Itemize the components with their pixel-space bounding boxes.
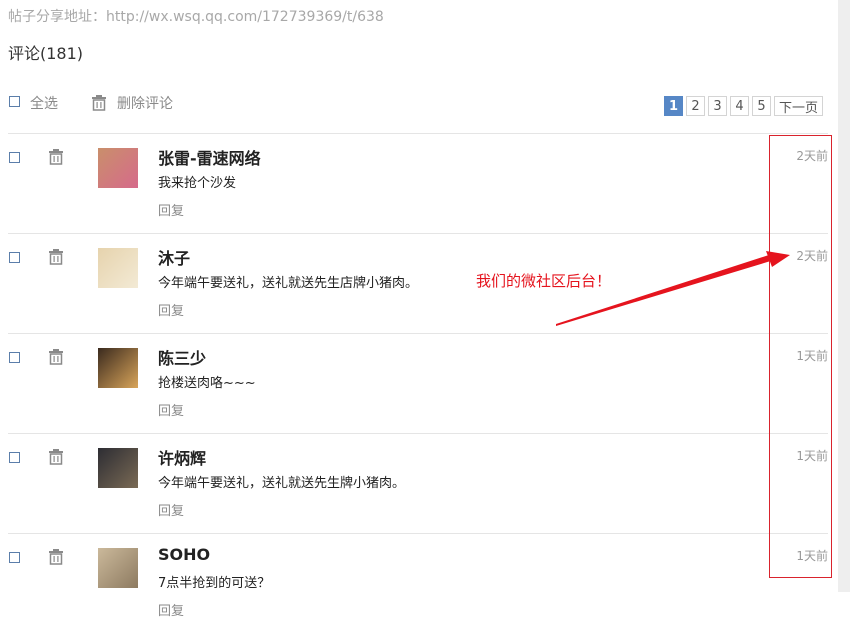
share-address-url[interactable]: http://wx.wsq.qq.com/172739369/t/638 (106, 9, 384, 25)
avatar[interactable] (98, 348, 138, 388)
comment-author[interactable]: 张雷-雷速网络 (158, 145, 261, 169)
comment-row: SOHO 7点半抢到的可送？ 回复 1天前 (8, 533, 828, 633)
comment-text: 今年端午要送礼，送礼就送先生店牌小猪肉。 (158, 276, 419, 291)
comment-text: 7点半抢到的可送？ (158, 576, 271, 591)
trash-icon[interactable] (48, 149, 64, 165)
select-all-label[interactable]: 全选 (30, 93, 58, 113)
select-all-checkbox[interactable] (9, 96, 20, 107)
comment-list: 张雷-雷速网络 我来抢个沙发 回复 2天前 沐子 今年端午要送礼，送礼就送先生店… (8, 133, 828, 633)
avatar[interactable] (98, 548, 138, 588)
delete-comments-button[interactable]: 删除评论 (117, 93, 173, 113)
comment-author[interactable]: 陈三少 (158, 345, 206, 369)
comment-checkbox[interactable] (9, 252, 20, 263)
comment-text: 我来抢个沙发 (158, 176, 237, 191)
share-address: 帖子分享地址：http://wx.wsq.qq.com/172739369/t/… (8, 6, 384, 26)
timestamp-highlight-box (769, 135, 832, 578)
page-3-button[interactable]: 3 (707, 96, 727, 116)
reply-link[interactable]: 回复 (158, 600, 184, 619)
avatar[interactable] (98, 148, 138, 188)
page-1-button[interactable]: 1 (663, 96, 683, 116)
share-address-label: 帖子分享地址： (8, 9, 106, 25)
reply-link[interactable]: 回复 (158, 400, 184, 419)
next-page-button[interactable]: 下一页 (773, 96, 823, 116)
comment-text: 今年端午要送礼，送礼就送先生牌小猪肉。 (158, 476, 406, 491)
comment-row: 沐子 今年端午要送礼，送礼就送先生店牌小猪肉。 回复 2天前 (8, 233, 828, 333)
comment-row: 陈三少 抢楼送肉咯~~~ 回复 1天前 (8, 333, 828, 433)
comment-row: 张雷-雷速网络 我来抢个沙发 回复 2天前 (8, 133, 828, 233)
comment-checkbox[interactable] (9, 352, 20, 363)
annotation-text: 我们的微社区后台！ (476, 272, 612, 290)
trash-icon[interactable] (48, 249, 64, 265)
pagination: 1 2 3 4 5 下一页 (663, 96, 823, 116)
page-4-button[interactable]: 4 (729, 96, 749, 116)
comment-checkbox[interactable] (9, 152, 20, 163)
comment-author[interactable]: 沐子 (158, 245, 190, 269)
trash-icon[interactable] (48, 349, 64, 365)
trash-icon[interactable] (48, 549, 64, 565)
reply-link[interactable]: 回复 (158, 200, 184, 219)
page-2-button[interactable]: 2 (685, 96, 705, 116)
reply-link[interactable]: 回复 (158, 500, 184, 519)
comment-author[interactable]: 许炳辉 (158, 445, 206, 469)
scrollbar[interactable] (838, 0, 850, 592)
comment-author[interactable]: SOHO (158, 545, 210, 564)
trash-icon[interactable] (48, 449, 64, 465)
comment-text: 抢楼送肉咯~~~ (158, 376, 256, 391)
reply-link[interactable]: 回复 (158, 300, 184, 319)
comment-checkbox[interactable] (9, 452, 20, 463)
page-5-button[interactable]: 5 (751, 96, 771, 116)
comment-row: 许炳辉 今年端午要送礼，送礼就送先生牌小猪肉。 回复 1天前 (8, 433, 828, 533)
avatar[interactable] (98, 448, 138, 488)
comments-count-title: 评论(181) (8, 44, 84, 63)
avatar[interactable] (98, 248, 138, 288)
comment-checkbox[interactable] (9, 552, 20, 563)
trash-icon[interactable] (91, 95, 107, 111)
